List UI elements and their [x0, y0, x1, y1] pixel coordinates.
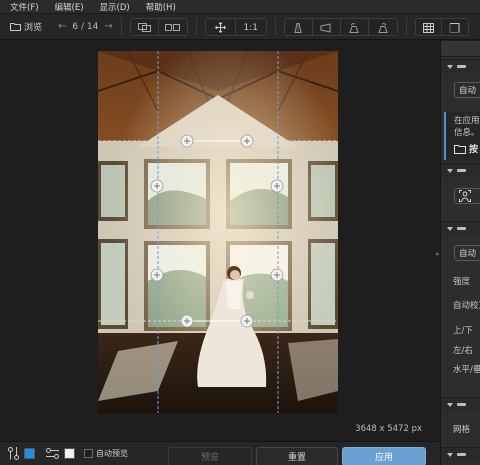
reset-button[interactable]: 重置 [256, 447, 338, 465]
menu-edit[interactable]: 编辑(E) [55, 1, 84, 13]
overlap-view-icon [137, 23, 151, 32]
rotate-right-button[interactable] [368, 18, 397, 35]
pan-tool-button[interactable] [205, 18, 236, 35]
auto-preview-label: 自动预览 [96, 449, 128, 458]
grid-toggle-button[interactable] [415, 18, 442, 35]
bottom-bar: 自动预览 预览 重置 应用 [0, 441, 440, 465]
image-dimensions: 3648 x 5472 px [355, 424, 422, 434]
right-panel: 自动 在应用自 信息。 按 自动 强度 自动校正 上/下 左/右 水平/垂 网格 [440, 41, 480, 465]
prev-arrow-icon[interactable]: ← [58, 21, 66, 32]
folder-text: 按 [469, 145, 479, 155]
section-header-3[interactable] [441, 221, 480, 235]
section-header-4[interactable] [441, 397, 480, 411]
rotate-left-icon [349, 22, 359, 33]
preview-button[interactable]: 预览 [168, 447, 252, 465]
guide-color-swatch-2[interactable] [64, 448, 75, 459]
section-header-1[interactable] [441, 59, 480, 73]
toolbar: 浏览 ← 6 / 14 → 1:1 [0, 14, 480, 40]
overlay-group [414, 17, 469, 36]
browse-button[interactable]: 浏览 [0, 20, 52, 33]
grid-label: 网格 [453, 425, 471, 435]
horizontal-guide-icon[interactable] [46, 448, 59, 459]
perspective-tools-group [283, 17, 398, 36]
vertical-guide-icon[interactable] [8, 447, 19, 460]
crop-corner-icon [449, 22, 460, 33]
split-view-button[interactable] [130, 18, 159, 35]
section-header-2[interactable] [441, 163, 480, 177]
menu-display[interactable]: 显示(D) [100, 1, 130, 13]
up-down-label: 上/下 [453, 326, 473, 336]
menu-bar: 文件(F) 编辑(E) 显示(D) 帮助(H) [0, 0, 480, 14]
note-line-2: 信息。 [454, 128, 480, 138]
note-line-1: 在应用自 [454, 116, 480, 126]
apply-button[interactable]: 应用 [342, 447, 426, 465]
toolbar-divider [274, 17, 276, 36]
info-note: 在应用自 信息。 按 [444, 112, 480, 160]
page-indicator: 6 / 14 [72, 21, 99, 32]
toolbar-divider [195, 17, 197, 36]
guide-tools: 自动预览 [0, 447, 128, 460]
vertical-perspective-icon [294, 22, 302, 33]
left-right-label: 左/右 [453, 346, 473, 356]
photo-preview[interactable] [98, 51, 338, 413]
panel-collapse-arrow-icon[interactable]: ▸ [436, 250, 440, 258]
side-by-side-button[interactable] [158, 18, 187, 35]
zoom-label: 1:1 [243, 22, 258, 33]
toolbar-divider [405, 17, 407, 36]
toolbar-divider [120, 17, 122, 36]
section-header-5[interactable] [441, 447, 480, 461]
zoom-group: 1:1 [204, 17, 267, 36]
vertical-perspective-button[interactable] [284, 18, 313, 35]
auto-button-2[interactable]: 自动 [454, 245, 480, 261]
compare-view-group [129, 17, 188, 36]
horizontal-perspective-button[interactable] [312, 18, 341, 35]
checkbox-box[interactable] [84, 449, 93, 458]
auto-correct-label: 自动校正 [453, 301, 480, 311]
folder-icon [454, 144, 466, 154]
browse-label: 浏览 [24, 23, 43, 33]
image-canvas[interactable]: 3648 x 5472 px [0, 41, 438, 441]
crop-toggle-button[interactable] [441, 18, 468, 35]
folder-link[interactable]: 按 [454, 142, 478, 155]
grid-icon [422, 22, 434, 33]
horizontal-vertical-label: 水平/垂 [453, 365, 480, 375]
next-arrow-icon[interactable]: → [104, 21, 112, 32]
panel-header-strip [441, 41, 480, 57]
guide-color-swatch[interactable] [24, 448, 35, 459]
rotate-right-icon [378, 22, 388, 33]
auto-preview-checkbox[interactable]: 自动预览 [84, 448, 128, 459]
menu-file[interactable]: 文件(F) [10, 1, 39, 13]
horizontal-perspective-icon [320, 22, 331, 33]
rotate-left-button[interactable] [340, 18, 369, 35]
image-navigator: ← 6 / 14 → [58, 21, 113, 32]
move-icon [214, 22, 226, 33]
strength-label: 强度 [453, 277, 471, 287]
folder-icon [10, 23, 21, 31]
side-by-side-icon [165, 24, 181, 31]
person-detect-button[interactable] [454, 188, 480, 204]
menu-help[interactable]: 帮助(H) [146, 1, 176, 13]
person-detect-icon [459, 190, 471, 202]
auto-button-1[interactable]: 自动 [454, 82, 480, 98]
zoom-one-to-one-button[interactable]: 1:1 [235, 18, 266, 35]
